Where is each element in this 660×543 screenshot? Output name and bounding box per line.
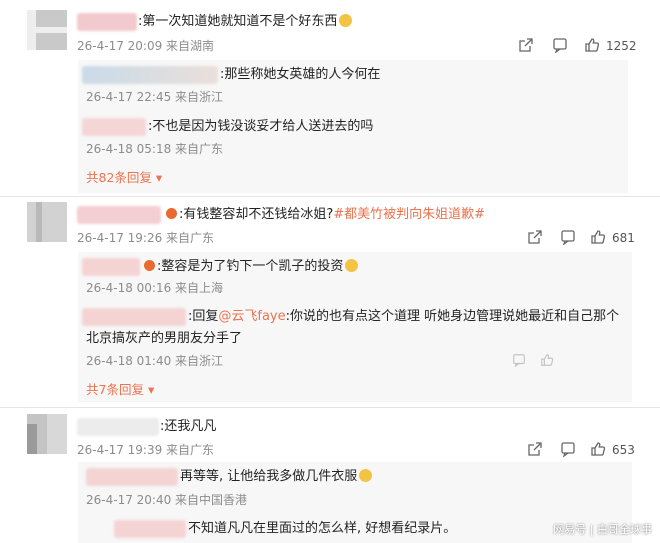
reply-text: :那些称她女英雄的人今何在	[220, 67, 381, 82]
reply-list: :那些称她女英雄的人今何在 26-4-17 22:45 来自浙江 :不也是因为钱…	[78, 60, 628, 193]
comment-meta: 26-4-17 19:26 来自广东	[77, 231, 215, 245]
reply-text: :整容是为了钓下一个凯子的投资	[142, 258, 359, 276]
caret-down-icon: ▾	[147, 382, 155, 397]
comment-text: :第一次知道她就知道不是个好东西	[138, 13, 353, 31]
username-redacted[interactable]	[77, 418, 159, 436]
watermark: 网易号 | 白哥全球事	[553, 523, 652, 536]
like-count: 1252	[606, 39, 637, 53]
reply-meta: 26-4-17 22:45 来自浙江	[86, 90, 224, 104]
reply-meta: 26-4-18 01:40 来自浙江	[86, 354, 224, 368]
like-count: 653	[612, 443, 635, 457]
laugh-emoji-icon	[345, 259, 359, 272]
reply-text: 再等等, 让他给我多做几件衣服	[180, 468, 373, 486]
share-icon[interactable]	[527, 229, 543, 245]
username-redacted[interactable]	[77, 13, 137, 31]
reply-meta: 26-4-18 00:16 来自上海	[86, 281, 224, 295]
thumbs-up-icon[interactable]	[590, 229, 606, 245]
username-redacted[interactable]	[82, 66, 218, 84]
comment-meta: 26-4-17 20:09 来自湖南	[77, 39, 215, 53]
username-redacted[interactable]	[114, 520, 186, 538]
divider	[0, 407, 660, 408]
reply-text: :不也是因为钱没谈妥才给人送进去的吗	[148, 119, 374, 134]
comment-text: :有钱整容却不还钱给冰姐?#都美竹被判向朱姐道歉#	[164, 206, 485, 224]
reply-text: :回复@云飞faye:你说的也有点这个道理 听她身边管理说她最近和自己那个	[188, 309, 620, 324]
caret-down-icon: ▾	[155, 170, 163, 185]
share-icon[interactable]	[518, 37, 534, 53]
like-count: 681	[612, 231, 635, 245]
comment-icon[interactable]	[552, 37, 568, 53]
vip-badge-icon	[166, 208, 177, 219]
share-icon[interactable]	[527, 441, 543, 457]
username-redacted[interactable]	[82, 308, 186, 326]
thumbs-up-icon[interactable]	[584, 37, 600, 53]
username-redacted[interactable]	[82, 118, 146, 136]
reply-meta: 26-4-18 05:18 来自广东	[86, 142, 224, 156]
smile-emoji-icon	[339, 14, 353, 27]
more-replies-link[interactable]: 共82条回复 ▾	[86, 170, 162, 186]
reply-text-continued: 北京搞灰产的男朋友分手了	[86, 331, 243, 346]
divider	[0, 196, 660, 197]
username-redacted[interactable]	[77, 206, 161, 224]
reply-list: :整容是为了钓下一个凯子的投资 26-4-18 00:16 来自上海 :回复@云…	[78, 252, 632, 402]
username-redacted[interactable]	[82, 258, 140, 276]
hashtag-link[interactable]: #都美竹被判向朱姐道歉#	[333, 207, 485, 222]
reply-list: 再等等, 让他给我多做几件衣服 26-4-17 20:40 来自中国香港 不知道…	[78, 462, 632, 543]
avatar[interactable]	[27, 414, 67, 454]
comment-icon[interactable]	[560, 229, 576, 245]
vip-badge-icon	[144, 260, 155, 271]
reply-meta: 26-4-17 20:40 来自中国香港	[86, 493, 248, 507]
laugh-emoji-icon	[359, 469, 373, 482]
mention-link[interactable]: @云飞faye	[218, 309, 285, 324]
more-replies-link[interactable]: 共7条回复 ▾	[86, 382, 154, 398]
comment-icon[interactable]	[560, 441, 576, 457]
thumbs-up-icon[interactable]	[540, 353, 554, 367]
avatar[interactable]	[27, 10, 67, 50]
comment-icon[interactable]	[512, 353, 526, 367]
avatar[interactable]	[27, 202, 67, 242]
comment-meta: 26-4-17 19:39 来自广东	[77, 443, 215, 457]
thumbs-up-icon[interactable]	[590, 441, 606, 457]
reply-text: 不知道凡凡在里面过的怎么样, 好想看纪录片。	[188, 521, 457, 536]
comment-text: :还我凡凡	[160, 419, 217, 434]
username-redacted[interactable]	[86, 468, 178, 486]
